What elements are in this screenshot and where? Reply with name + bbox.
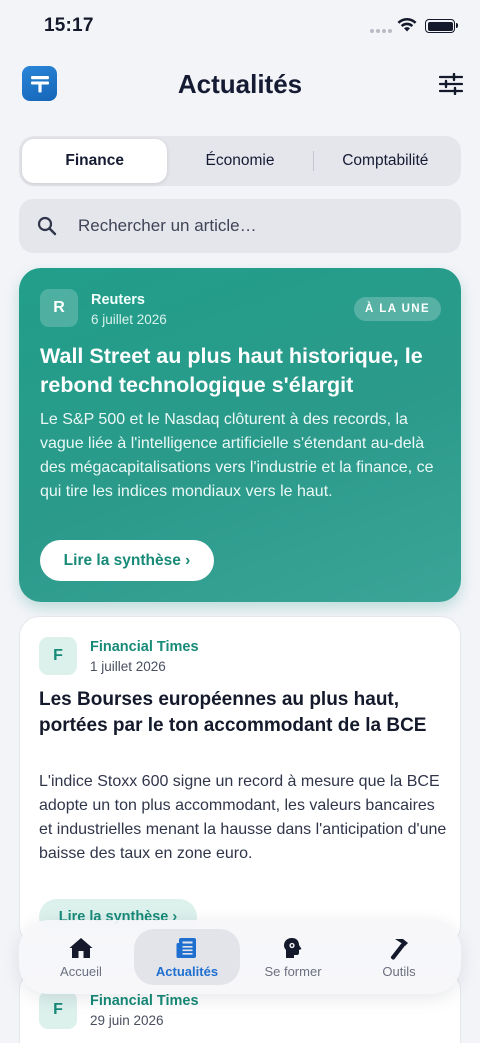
home-icon — [68, 936, 94, 960]
segment-comptabilite[interactable]: Comptabilité — [313, 139, 458, 183]
article-card[interactable]: F Financial Times 1 juillet 2026 Les Bou… — [19, 616, 461, 946]
source-avatar: F — [39, 991, 77, 1029]
tab-label: Outils — [382, 963, 416, 979]
search-icon — [37, 216, 57, 236]
article-title: Les Bourses européennes au plus haut, po… — [39, 689, 427, 736]
article-excerpt: L'indice Stoxx 600 signe un record à mes… — [39, 773, 447, 862]
source-avatar: F — [39, 637, 77, 675]
segment-divider — [313, 151, 314, 171]
segment-finance[interactable]: Finance — [22, 139, 168, 183]
article-date: 29 juin 2026 — [90, 1013, 164, 1028]
tab-label: Se former — [264, 963, 322, 979]
news-icon — [174, 936, 200, 960]
bottom-tab-bar: Accueil Actualités Se former Outils — [19, 920, 461, 994]
tab-se-former[interactable]: Se former — [240, 929, 346, 985]
wifi-icon — [396, 16, 418, 38]
tab-label: Actualités — [155, 963, 219, 979]
article-date: 1 juillet 2026 — [90, 659, 166, 674]
tab-outils[interactable]: Outils — [346, 929, 452, 985]
learn-icon — [280, 936, 306, 960]
article-source: Financial Times — [90, 993, 199, 1009]
search-input[interactable] — [78, 216, 418, 236]
category-segmented-control: Finance Économie Comptabilité — [19, 136, 461, 186]
filter-button[interactable] — [438, 71, 464, 97]
cellular-signal-icon — [370, 29, 392, 33]
article-date: 6 juillet 2026 — [91, 312, 167, 327]
status-bar: 15:17 — [0, 0, 480, 54]
search-bar — [19, 199, 461, 253]
source-avatar: R — [40, 289, 78, 327]
app-header: Actualités — [0, 66, 480, 102]
hammer-icon — [386, 936, 412, 960]
sliders-icon — [439, 73, 463, 95]
battery-icon — [425, 19, 458, 33]
tab-label: Accueil — [60, 963, 102, 979]
page-title: Actualités — [177, 69, 303, 99]
article-source: Financial Times — [90, 639, 199, 655]
segment-economie[interactable]: Économie — [167, 139, 312, 183]
tab-actualites[interactable]: Actualités — [134, 929, 240, 985]
read-summary-button[interactable]: Lire la synthèse › — [40, 540, 214, 581]
article-excerpt: Le S&P 500 et le Nasdaq clôturent à des … — [40, 411, 434, 500]
tab-accueil[interactable]: Accueil — [28, 929, 134, 985]
featured-article-card[interactable]: R Reuters 6 juillet 2026 À LA UNE Wall S… — [19, 268, 461, 602]
status-time: 15:17 — [44, 15, 94, 36]
article-title: Wall Street au plus haut historique, le … — [40, 344, 423, 397]
article-source: Reuters — [91, 292, 145, 308]
headline-badge: À LA UNE — [354, 297, 442, 321]
